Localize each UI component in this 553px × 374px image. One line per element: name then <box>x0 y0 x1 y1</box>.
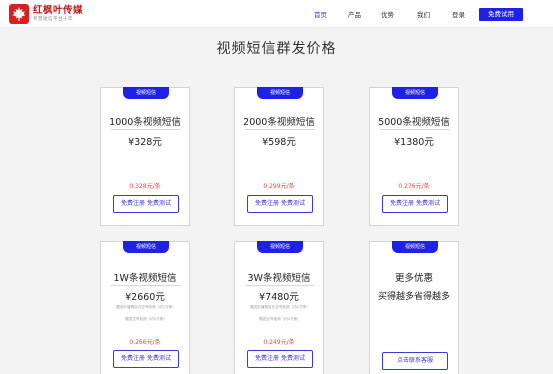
nav-item-login[interactable]: 登录 <box>452 8 465 22</box>
card-badge: 视频短信 <box>123 87 169 99</box>
card-price: ¥2660元 <box>125 292 165 303</box>
card-price: ¥7480元 <box>259 292 299 303</box>
free-trial-button[interactable]: 免费试用 <box>479 8 523 21</box>
nav-item-products[interactable]: 产品 <box>348 8 361 22</box>
card-title: 5000条视频短信 <box>378 117 450 128</box>
card-unit-price: 0.266元/条 <box>129 339 161 346</box>
contact-support-button[interactable]: 点击联系客服 <box>382 352 448 370</box>
card-note: 赠送价值两百元空号检测（约1万条） <box>116 305 176 309</box>
card-note: 赠送空号检测（约2万条） <box>125 317 167 321</box>
register-test-button[interactable]: 免费注册 免费测试 <box>113 195 179 213</box>
card-title: 1W条视频短信 <box>113 273 177 284</box>
main-nav: 首页 产品 优势 我们 登录 <box>0 8 553 22</box>
card-divider <box>111 129 181 130</box>
register-test-button[interactable]: 免费注册 免费测试 <box>247 195 313 213</box>
register-test-button[interactable]: 免费注册 免费测试 <box>382 195 448 213</box>
register-test-button[interactable]: 免费注册 免费测试 <box>247 350 313 368</box>
card-title: 3W条视频短信 <box>247 273 311 284</box>
card-title: 1000条视频短信 <box>109 117 181 128</box>
more-offers-card: 视频短信 更多优惠 买得越多省得越多 点击联系客服 <box>369 241 459 374</box>
price-card: 视频短信 1000条视频短信 ¥328元 0.328元/条 免费注册 免费测试 <box>100 87 190 226</box>
card-badge: 视频短信 <box>257 241 303 253</box>
card-unit-price: 0.328元/条 <box>129 183 161 190</box>
top-header: 红枫叶传媒 专营短信平台十年 首页 产品 优势 我们 登录 免费试用 <box>0 0 553 28</box>
page-title: 视频短信群发价格 <box>216 41 337 57</box>
price-card: 视频短信 5000条视频短信 ¥1380元 0.276元/条 免费注册 免费测试 <box>369 87 459 226</box>
card-subtitle: 买得越多省得越多 <box>377 292 450 302</box>
card-title: 2000条视频短信 <box>243 117 315 128</box>
card-badge: 视频短信 <box>257 87 303 99</box>
card-price: ¥598元 <box>262 137 296 148</box>
card-badge: 视频短信 <box>392 241 438 253</box>
card-badge: 视频短信 <box>123 241 169 253</box>
card-divider <box>380 129 450 130</box>
card-note: 赠送空号检测（约2万条） <box>259 317 301 321</box>
card-price: ¥1380元 <box>394 137 434 148</box>
card-unit-price: 0.276元/条 <box>398 183 430 190</box>
card-unit-price: 0.299元/条 <box>263 183 295 190</box>
price-card: 视频短信 1W条视频短信 ¥2660元 赠送价值两百元空号检测（约1万条） 赠送… <box>100 241 190 374</box>
register-test-button[interactable]: 免费注册 免费测试 <box>113 350 179 368</box>
card-unit-price: 0.249元/条 <box>263 339 295 346</box>
card-note: 赠送价值两百元空号检测（约1万条） <box>250 305 310 309</box>
card-title: 更多优惠 <box>394 273 433 284</box>
nav-item-about[interactable]: 我们 <box>417 8 430 22</box>
nav-item-home[interactable]: 首页 <box>314 8 327 22</box>
price-card: 视频短信 2000条视频短信 ¥598元 0.299元/条 免费注册 免费测试 <box>234 87 324 226</box>
card-divider <box>111 285 181 286</box>
card-divider <box>245 285 315 286</box>
card-price: ¥328元 <box>128 137 162 148</box>
price-card: 视频短信 3W条视频短信 ¥7480元 赠送价值两百元空号检测（约1万条） 赠送… <box>234 241 324 374</box>
card-divider <box>245 129 315 130</box>
nav-item-advantages[interactable]: 优势 <box>381 8 394 22</box>
card-badge: 视频短信 <box>392 87 438 99</box>
